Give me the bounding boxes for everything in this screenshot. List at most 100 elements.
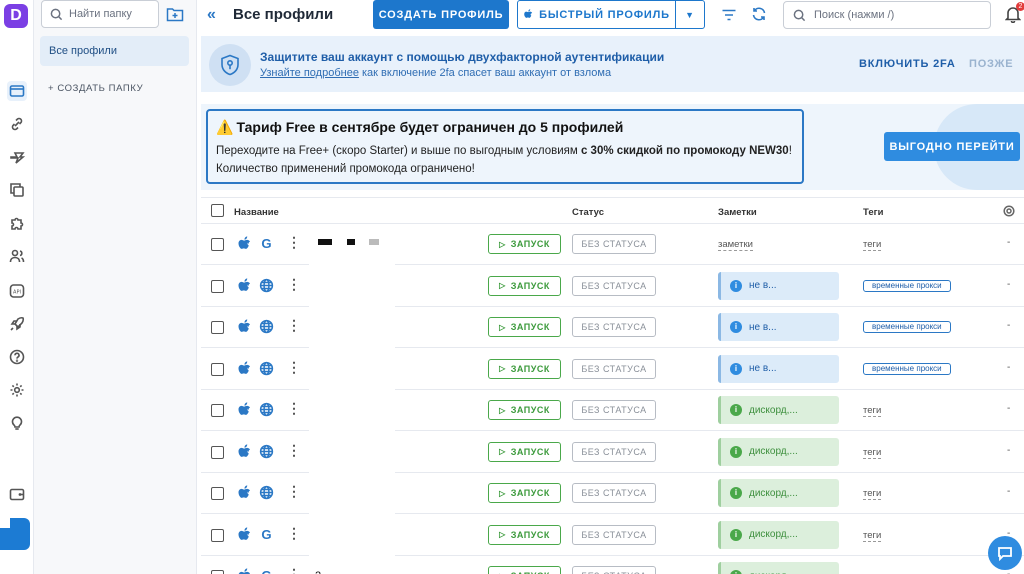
table-row[interactable]: ⋮ ▷ ЗАПУСК БЕЗ СТАТУСА i дискорд,... теги -: [201, 473, 1024, 514]
status-badge[interactable]: БЕЗ СТАТУСА: [572, 317, 656, 337]
columns-settings-icon[interactable]: [1003, 205, 1015, 220]
row-menu-icon[interactable]: ⋮: [287, 318, 301, 332]
status-badge[interactable]: БЕЗ СТАТУСА: [572, 400, 656, 420]
link-icon[interactable]: [7, 114, 27, 134]
profile-name-cell[interactable]: [309, 307, 395, 348]
table-row[interactable]: ⋮ ▷ ЗАПУСК БЕЗ СТАТУСА i дискорд,... теги -: [201, 390, 1024, 431]
row-menu-icon[interactable]: ⋮: [287, 526, 301, 540]
folder-item-all-profiles[interactable]: Все профили: [40, 36, 189, 66]
note-chip[interactable]: i дискорд,...: [718, 520, 839, 549]
add-folder-icon[interactable]: [166, 5, 184, 23]
rocket-icon[interactable]: [7, 314, 27, 334]
launch-button[interactable]: ▷ЗАПУСК: [488, 441, 561, 462]
column-notes[interactable]: Заметки: [718, 207, 757, 218]
launch-button[interactable]: ▷ЗАПУСК: [488, 317, 561, 337]
row-menu-icon[interactable]: ⋮: [287, 443, 301, 457]
profile-name-cell[interactable]: [309, 473, 395, 514]
table-row[interactable]: ⋮ ▷ ЗАПУСК БЕЗ СТАТУСА i не в... временные про…: [201, 307, 1024, 348]
profile-name-cell[interactable]: [309, 348, 395, 390]
upgrade-button[interactable]: ВЫГОДНО ПЕРЕЙТИ: [884, 132, 1020, 161]
tag-text[interactable]: теги: [863, 488, 882, 500]
row-checkbox[interactable]: [211, 404, 224, 417]
row-menu-icon[interactable]: ⋮: [287, 277, 301, 291]
later-button[interactable]: ПОЗЖЕ: [969, 58, 1013, 70]
status-badge[interactable]: БЕЗ СТАТУСА: [572, 524, 656, 545]
launch-button[interactable]: ▷ЗАПУСК: [488, 566, 561, 574]
table-row[interactable]: G ⋮ ▷ ЗАПУСК БЕЗ СТАТУСА i дискорд,... теги -: [201, 514, 1024, 556]
avatar[interactable]: [0, 518, 30, 550]
status-badge[interactable]: БЕЗ СТАТУСА: [572, 483, 656, 503]
extensions-icon[interactable]: [7, 213, 27, 233]
create-profile-button[interactable]: СОЗДАТЬ ПРОФИЛЬ: [373, 0, 509, 29]
launch-button[interactable]: ▷ЗАПУСК: [488, 400, 561, 420]
profile-name-cell[interactable]: 2: [309, 556, 395, 574]
profile-search-input[interactable]: Поиск (нажми /): [783, 1, 991, 29]
column-name[interactable]: Название: [234, 207, 279, 218]
profile-name-cell[interactable]: [309, 431, 395, 473]
settings-icon[interactable]: [7, 380, 27, 400]
note-text[interactable]: заметки: [718, 239, 753, 251]
status-badge[interactable]: БЕЗ СТАТУСА: [572, 234, 656, 254]
status-badge[interactable]: БЕЗ СТАТУСА: [572, 358, 656, 379]
row-checkbox[interactable]: [211, 570, 224, 574]
enable-2fa-button[interactable]: ВКЛЮЧИТЬ 2FA: [859, 58, 956, 70]
app-logo[interactable]: D: [4, 4, 28, 28]
tag-chip[interactable]: временные прокси: [863, 362, 951, 375]
two-factor-learn-more-link[interactable]: Узнайте подробнее: [260, 67, 359, 79]
tag-chip[interactable]: временные прокси: [863, 279, 951, 292]
row-checkbox[interactable]: [211, 445, 224, 459]
wallet-icon[interactable]: [7, 484, 27, 504]
team-icon[interactable]: [7, 246, 27, 266]
tag-text[interactable]: теги: [863, 530, 882, 542]
note-chip[interactable]: i не в...: [718, 313, 839, 341]
note-chip[interactable]: i дискорд,...: [718, 479, 839, 507]
table-row[interactable]: G⋮2▷ЗАПУСКБЕЗ СТАТУСАiдискорд,...теги-: [201, 556, 1024, 574]
row-menu-icon[interactable]: ⋮: [287, 567, 301, 574]
table-row[interactable]: ⋮ ▷ ЗАПУСК БЕЗ СТАТУСА i не в... временные про…: [201, 348, 1024, 390]
api-icon[interactable]: API: [7, 281, 27, 301]
copy-icon[interactable]: [7, 180, 27, 200]
status-badge[interactable]: БЕЗ СТАТУСА: [572, 441, 656, 462]
refresh-icon[interactable]: [751, 6, 767, 27]
launch-button[interactable]: ▷ЗАПУСК: [488, 234, 561, 254]
collapse-sidebar-icon[interactable]: «: [207, 6, 216, 24]
status-badge[interactable]: БЕЗ СТАТУСА: [572, 275, 656, 296]
tag-text[interactable]: теги: [863, 239, 882, 251]
lightbulb-icon[interactable]: [7, 413, 27, 433]
folder-search-input[interactable]: Найти папку: [41, 0, 159, 28]
quick-profile-button[interactable]: БЫСТРЫЙ ПРОФИЛЬ: [518, 1, 676, 28]
support-chat-button[interactable]: [988, 536, 1022, 570]
note-chip[interactable]: i не в...: [718, 354, 839, 383]
tag-text[interactable]: теги: [863, 447, 882, 459]
row-checkbox[interactable]: [211, 238, 224, 251]
note-chip[interactable]: i дискорд,...: [718, 562, 839, 574]
tag-text[interactable]: теги: [863, 405, 882, 417]
column-tags[interactable]: Теги: [863, 207, 883, 218]
status-badge[interactable]: БЕЗ СТАТУСА: [572, 566, 656, 574]
create-folder-button[interactable]: + СОЗДАТЬ ПАПКУ: [48, 83, 143, 94]
automation-icon[interactable]: [7, 147, 27, 167]
table-row[interactable]: ⋮ ▷ ЗАПУСК БЕЗ СТАТУСА i не в... временные про…: [201, 265, 1024, 307]
profile-name-cell[interactable]: [309, 514, 395, 556]
quick-profile-dropdown-icon[interactable]: ▼: [676, 10, 704, 20]
tag-chip[interactable]: временные прокси: [863, 321, 951, 333]
row-checkbox[interactable]: [211, 487, 224, 500]
launch-button[interactable]: ▷ЗАПУСК: [488, 524, 561, 545]
row-menu-icon[interactable]: ⋮: [287, 235, 301, 249]
row-checkbox[interactable]: [211, 279, 224, 293]
row-menu-icon[interactable]: ⋮: [287, 401, 301, 415]
note-chip[interactable]: i дискорд,...: [718, 437, 839, 466]
profiles-icon[interactable]: [7, 81, 27, 101]
launch-button[interactable]: ▷ЗАПУСК: [488, 358, 561, 379]
table-row[interactable]: G ⋮ ▷ ЗАПУСК БЕЗ СТАТУСА заметки теги -: [201, 224, 1024, 265]
profile-name-cell[interactable]: [309, 265, 395, 307]
select-all-checkbox[interactable]: [211, 204, 224, 217]
row-checkbox[interactable]: [211, 528, 224, 542]
help-icon[interactable]: [7, 347, 27, 367]
profile-name-cell[interactable]: [309, 390, 395, 431]
note-chip[interactable]: i дискорд,...: [718, 396, 839, 424]
note-chip[interactable]: i не в...: [718, 271, 839, 300]
row-menu-icon[interactable]: ⋮: [287, 484, 301, 498]
launch-button[interactable]: ▷ЗАПУСК: [488, 483, 561, 503]
column-status[interactable]: Статус: [572, 207, 604, 218]
